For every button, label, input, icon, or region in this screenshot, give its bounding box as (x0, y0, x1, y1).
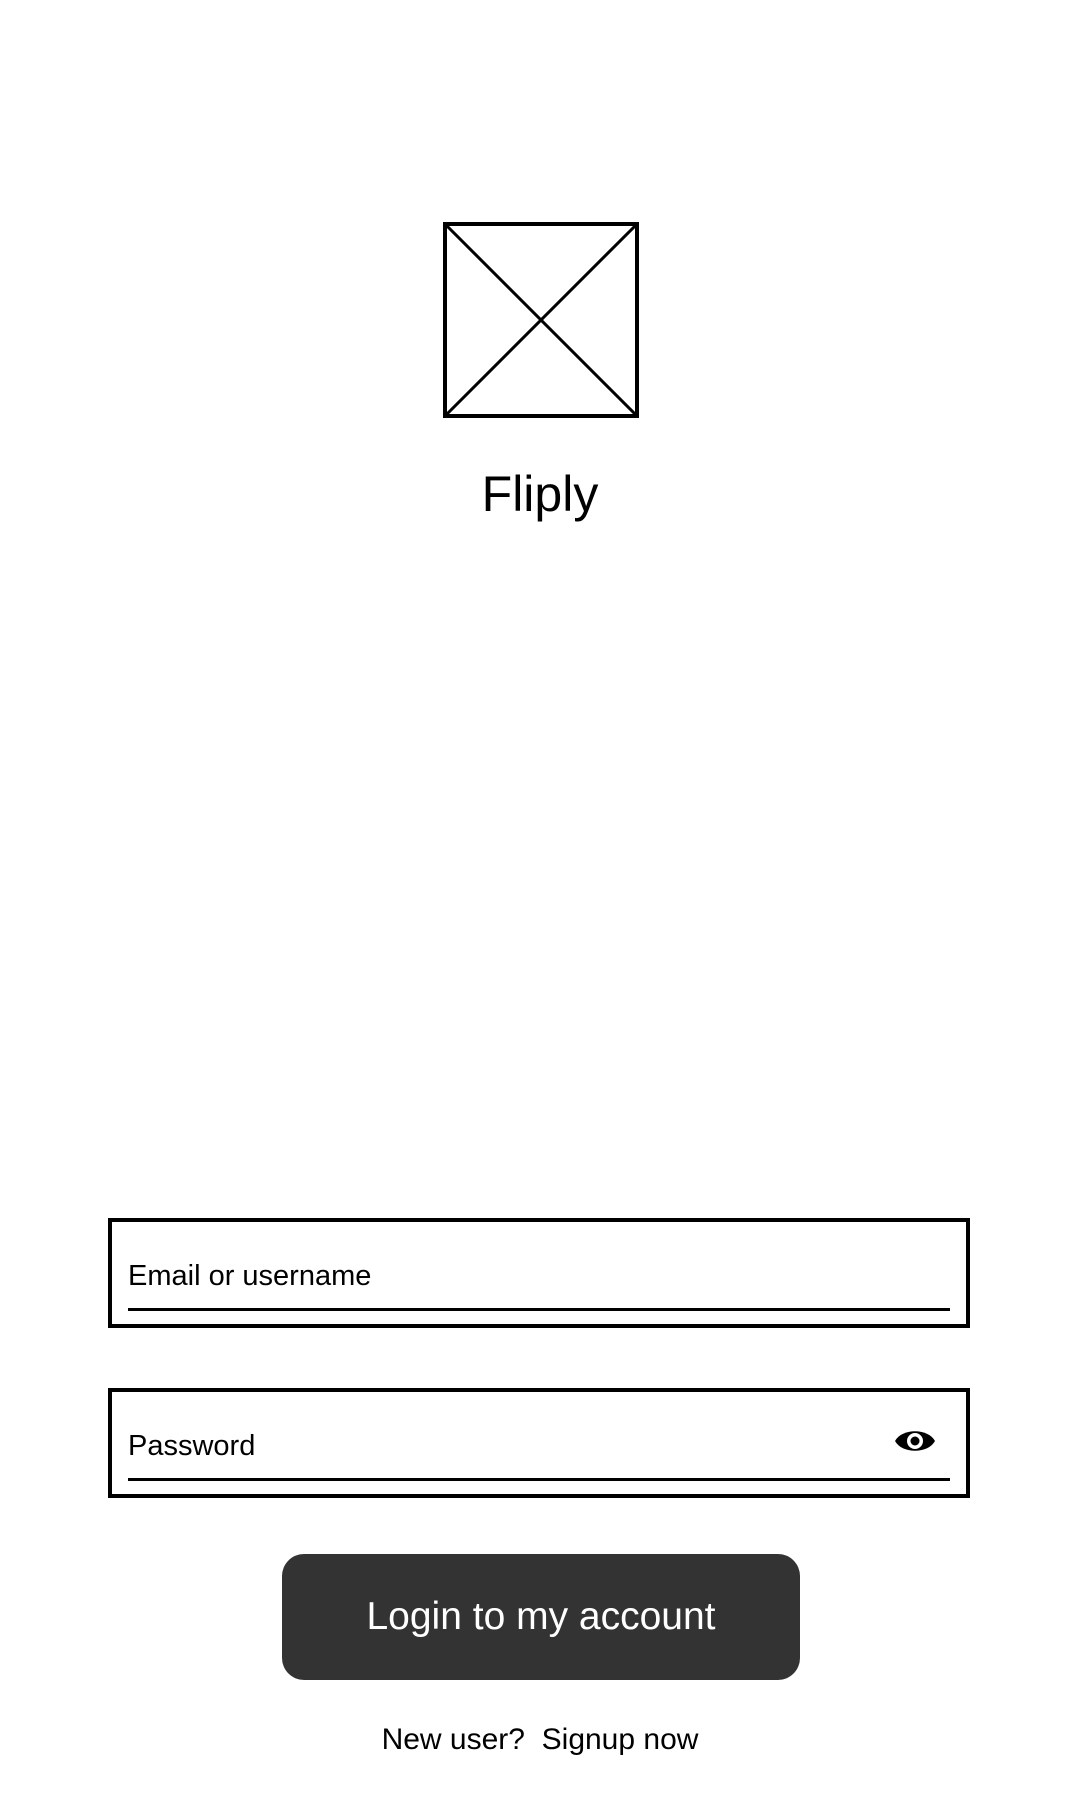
signup-link[interactable]: Signup now (542, 1723, 699, 1756)
password-field[interactable] (108, 1388, 970, 1498)
email-underline (128, 1308, 950, 1311)
app-name: Fliply (481, 466, 599, 522)
password-input[interactable] (128, 1428, 888, 1464)
password-underline (128, 1478, 950, 1481)
app-logo-image-placeholder-icon (443, 222, 639, 418)
signup-row: New user? Signup now (0, 1722, 1080, 1758)
show-password-eye-icon[interactable] (894, 1426, 936, 1456)
login-button[interactable]: Login to my account (282, 1554, 800, 1680)
signup-prompt: New user? (381, 1723, 525, 1756)
email-input[interactable] (128, 1258, 888, 1294)
email-field[interactable] (108, 1218, 970, 1328)
